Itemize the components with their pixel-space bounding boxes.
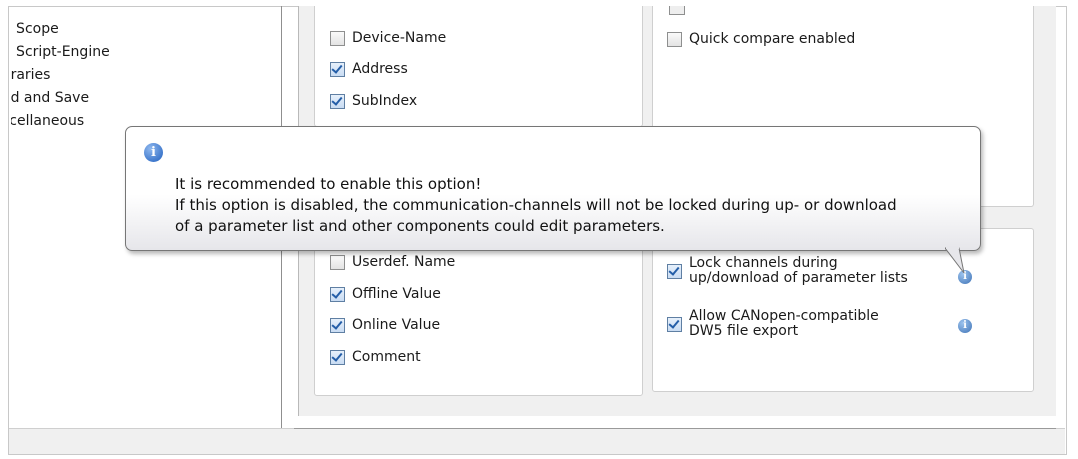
tooltip-line3: of a parameter list and other components… — [175, 217, 665, 235]
footer-divider — [294, 428, 1056, 429]
partial-checkbox-above[interactable] — [669, 6, 685, 15]
lock-channels-checkbox[interactable] — [667, 263, 682, 279]
info-tooltip: i It is recommended to enable this optio… — [125, 126, 981, 251]
sidebar-item-scope[interactable]: B Scope — [11, 18, 281, 41]
address-option[interactable]: Address — [330, 61, 408, 77]
offline-value-label: Offline Value — [352, 286, 441, 302]
userdef-name-label: Userdef. Name — [352, 254, 456, 270]
lock-channels-line1: Lock channels during — [689, 255, 838, 271]
subindex-option[interactable]: SubIndex — [330, 93, 417, 109]
quick-compare-checkbox[interactable] — [667, 31, 682, 47]
offline-value-checkbox[interactable] — [330, 286, 345, 302]
sidebar-item-label: ad and Save — [11, 90, 90, 106]
allow-export-checkbox[interactable] — [667, 316, 682, 332]
allow-export-line1: Allow CANopen-compatible — [689, 308, 879, 324]
dialog-footer — [9, 428, 1065, 454]
offline-value-option[interactable]: Offline Value — [330, 286, 441, 302]
device-name-option[interactable]: Device-Name — [330, 30, 446, 46]
address-checkbox[interactable] — [330, 61, 345, 77]
userdef-name-checkbox[interactable] — [330, 254, 345, 270]
online-value-label: Online Value — [352, 317, 441, 333]
address-label: Address — [352, 61, 408, 77]
comment-option[interactable]: Comment — [330, 349, 421, 365]
sidebar-item-label: oraries — [11, 67, 51, 83]
online-value-checkbox[interactable] — [330, 317, 345, 333]
tooltip-line1: It is recommended to enable this option! — [175, 175, 482, 193]
subindex-label: SubIndex — [352, 93, 418, 109]
sidebar-item-load-save[interactable]: ad and Save — [11, 87, 281, 110]
sidebar-item-label: B Scope — [11, 21, 59, 37]
sidebar-tree: B Scope B Script-Engine oraries ad and S… — [11, 18, 281, 133]
quick-compare-label: Quick compare enabled — [689, 31, 856, 47]
sidebar-item-script-engine[interactable]: B Script-Engine — [11, 41, 281, 64]
info-icon: i — [144, 143, 163, 162]
lock-channels-option[interactable]: Lock channels during up/download of para… — [667, 256, 908, 286]
sidebar-item-libraries[interactable]: oraries — [11, 64, 281, 87]
lock-channels-line2: up/download of parameter lists — [689, 270, 908, 286]
userdef-name-option[interactable]: Userdef. Name — [330, 254, 455, 270]
subindex-checkbox[interactable] — [330, 93, 345, 109]
online-value-option[interactable]: Online Value — [330, 317, 440, 333]
tooltip-text: It is recommended to enable this option!… — [175, 174, 897, 237]
comment-label: Comment — [352, 349, 421, 365]
quick-compare-option[interactable]: Quick compare enabled — [667, 31, 855, 47]
sidebar-item-label: scellaneous — [11, 113, 85, 129]
info-icon[interactable]: i — [958, 319, 972, 333]
sidebar-item-label: B Script-Engine — [11, 44, 110, 60]
tooltip-line2: If this option is disabled, the communic… — [175, 196, 897, 214]
device-name-label: Device-Name — [352, 30, 447, 46]
allow-export-option[interactable]: Allow CANopen-compatible DW5 file export — [667, 309, 879, 339]
lock-channels-text: Lock channels during up/download of para… — [689, 256, 908, 286]
allow-export-text: Allow CANopen-compatible DW5 file export — [689, 309, 879, 339]
tooltip-pointer — [945, 246, 965, 274]
device-name-checkbox[interactable] — [330, 30, 345, 46]
comment-checkbox[interactable] — [330, 349, 345, 365]
allow-export-line2: DW5 file export — [689, 323, 799, 339]
